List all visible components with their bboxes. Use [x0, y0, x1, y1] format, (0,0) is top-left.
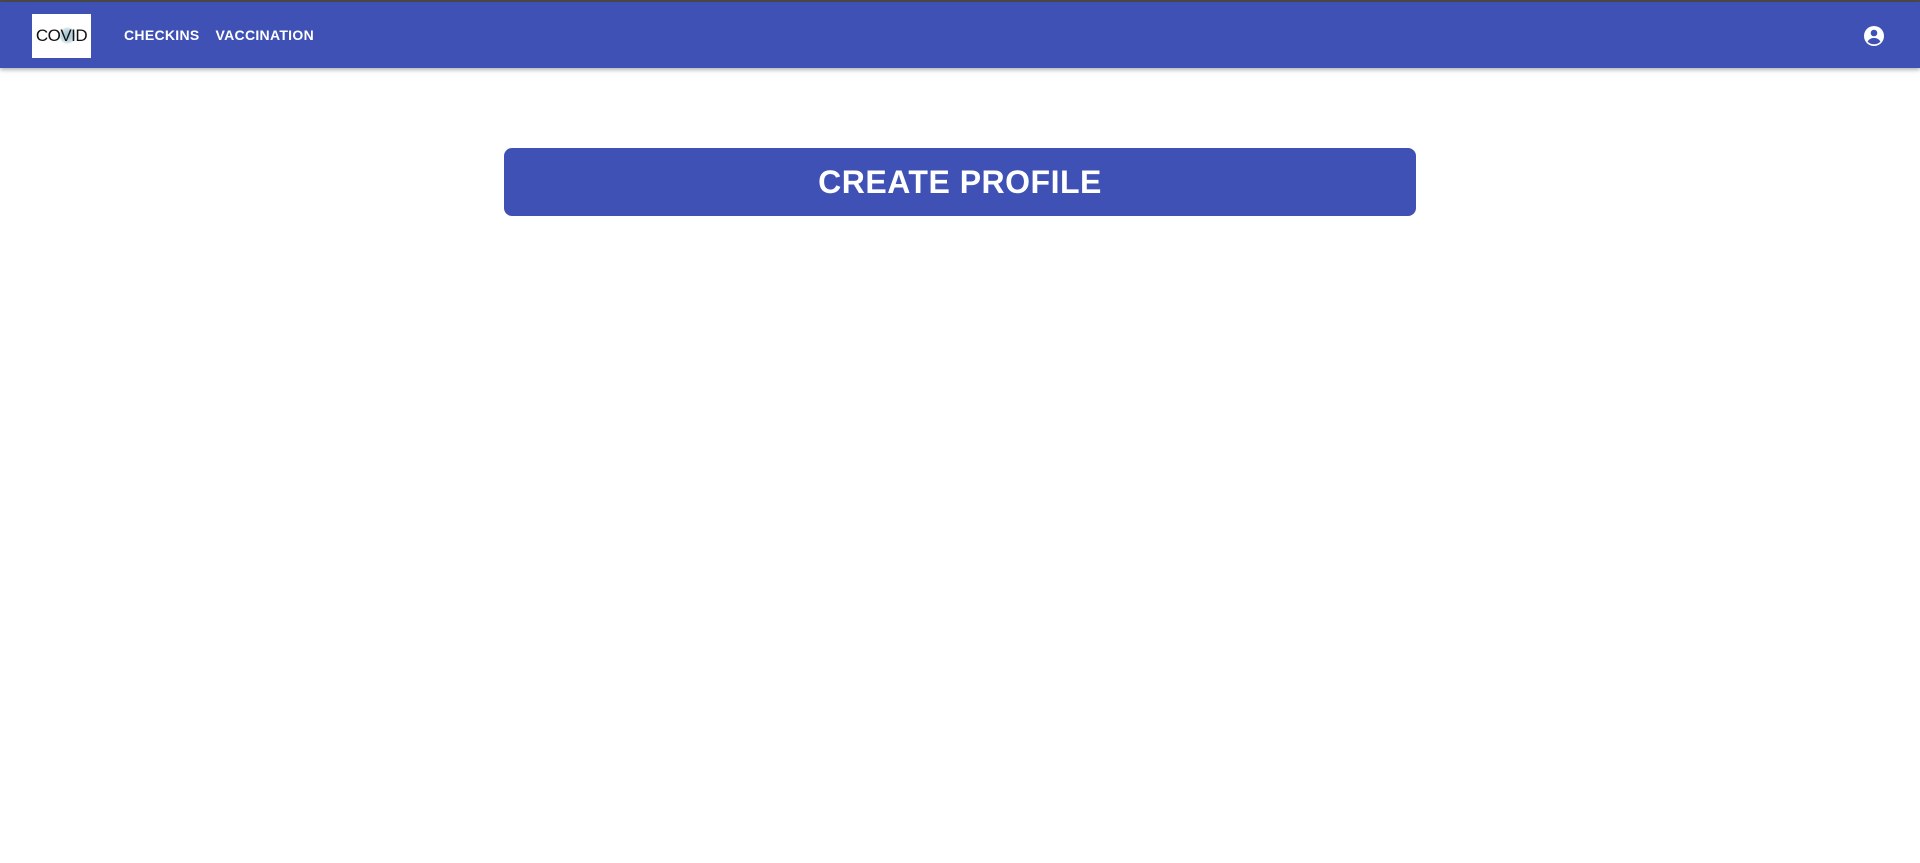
logo-text: COVID	[35, 26, 88, 45]
nav-link-checkins[interactable]: CHECKINS	[116, 19, 208, 51]
nav-link-vaccination[interactable]: VACCINATION	[208, 19, 322, 51]
app-bar: COVID CHECKINS VACCINATION	[0, 2, 1920, 68]
account-button[interactable]	[1862, 24, 1886, 48]
covid-logo[interactable]: COVID	[32, 14, 91, 58]
create-profile-button[interactable]: CREATE PROFILE	[504, 148, 1416, 216]
account-circle-icon	[1864, 26, 1884, 46]
main-content: CREATE PROFILE	[0, 68, 1920, 863]
main-nav: CHECKINS VACCINATION	[116, 2, 322, 68]
